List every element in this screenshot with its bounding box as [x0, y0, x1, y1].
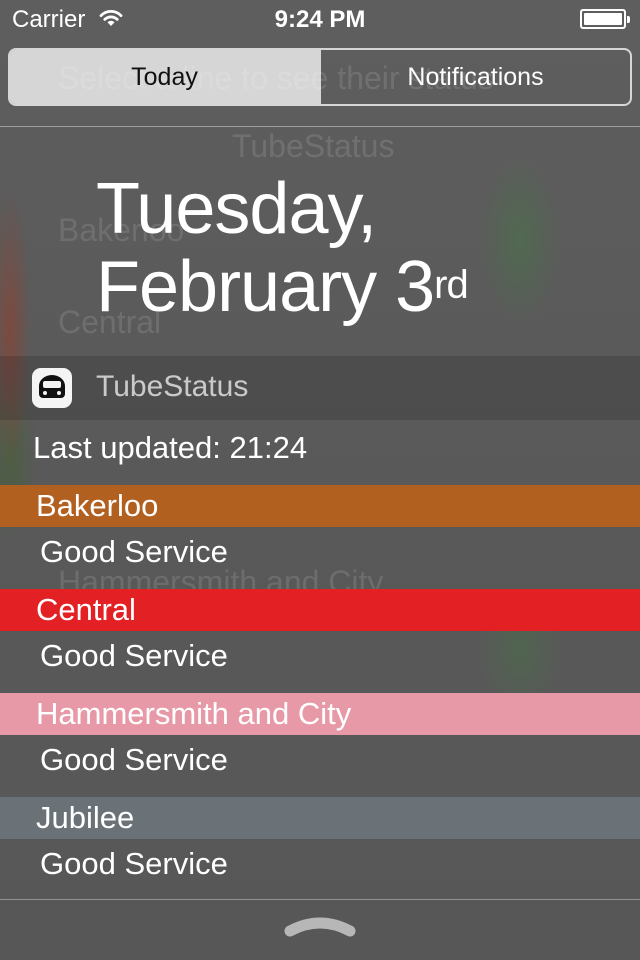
divider — [0, 899, 640, 900]
widget-app-name: TubeStatus — [96, 370, 249, 403]
date-ordinal-suffix: rd — [434, 263, 469, 307]
line-name-hammersmith-and-city: Hammersmith and City — [36, 696, 352, 731]
line-status-bakerloo: Good Service — [40, 534, 228, 569]
line-name-central: Central — [36, 592, 136, 627]
last-updated-label: Last updated: 21:24 — [33, 430, 308, 465]
line-status-jubilee: Good Service — [40, 846, 228, 881]
background-ghost-text: TubeStatus — [232, 128, 395, 164]
tube-train-icon — [32, 368, 72, 408]
date-month-day-line: February 3rd — [96, 247, 469, 327]
line-name-bakerloo: Bakerloo — [36, 488, 159, 523]
tab-notifications[interactable]: Notifications — [319, 50, 630, 104]
pull-up-handle-icon[interactable] — [284, 912, 356, 940]
date-month-day: February 3 — [96, 247, 435, 327]
divider — [0, 126, 640, 127]
clock-time: 9:24 PM — [274, 6, 366, 33]
battery-icon — [580, 9, 630, 29]
date-weekday: Tuesday, — [96, 169, 377, 249]
line-name-jubilee: Jubilee — [36, 800, 135, 835]
status-bar: Carrier 9:24 PM — [0, 0, 640, 40]
today-notifications-segmented-control: Today Notifications — [8, 48, 632, 106]
line-status-hammersmith-and-city: Good Service — [40, 742, 228, 777]
tab-today[interactable]: Today — [10, 50, 319, 104]
line-status-central: Good Service — [40, 638, 228, 673]
date-heading: Tuesday, February 3rd — [96, 169, 469, 327]
